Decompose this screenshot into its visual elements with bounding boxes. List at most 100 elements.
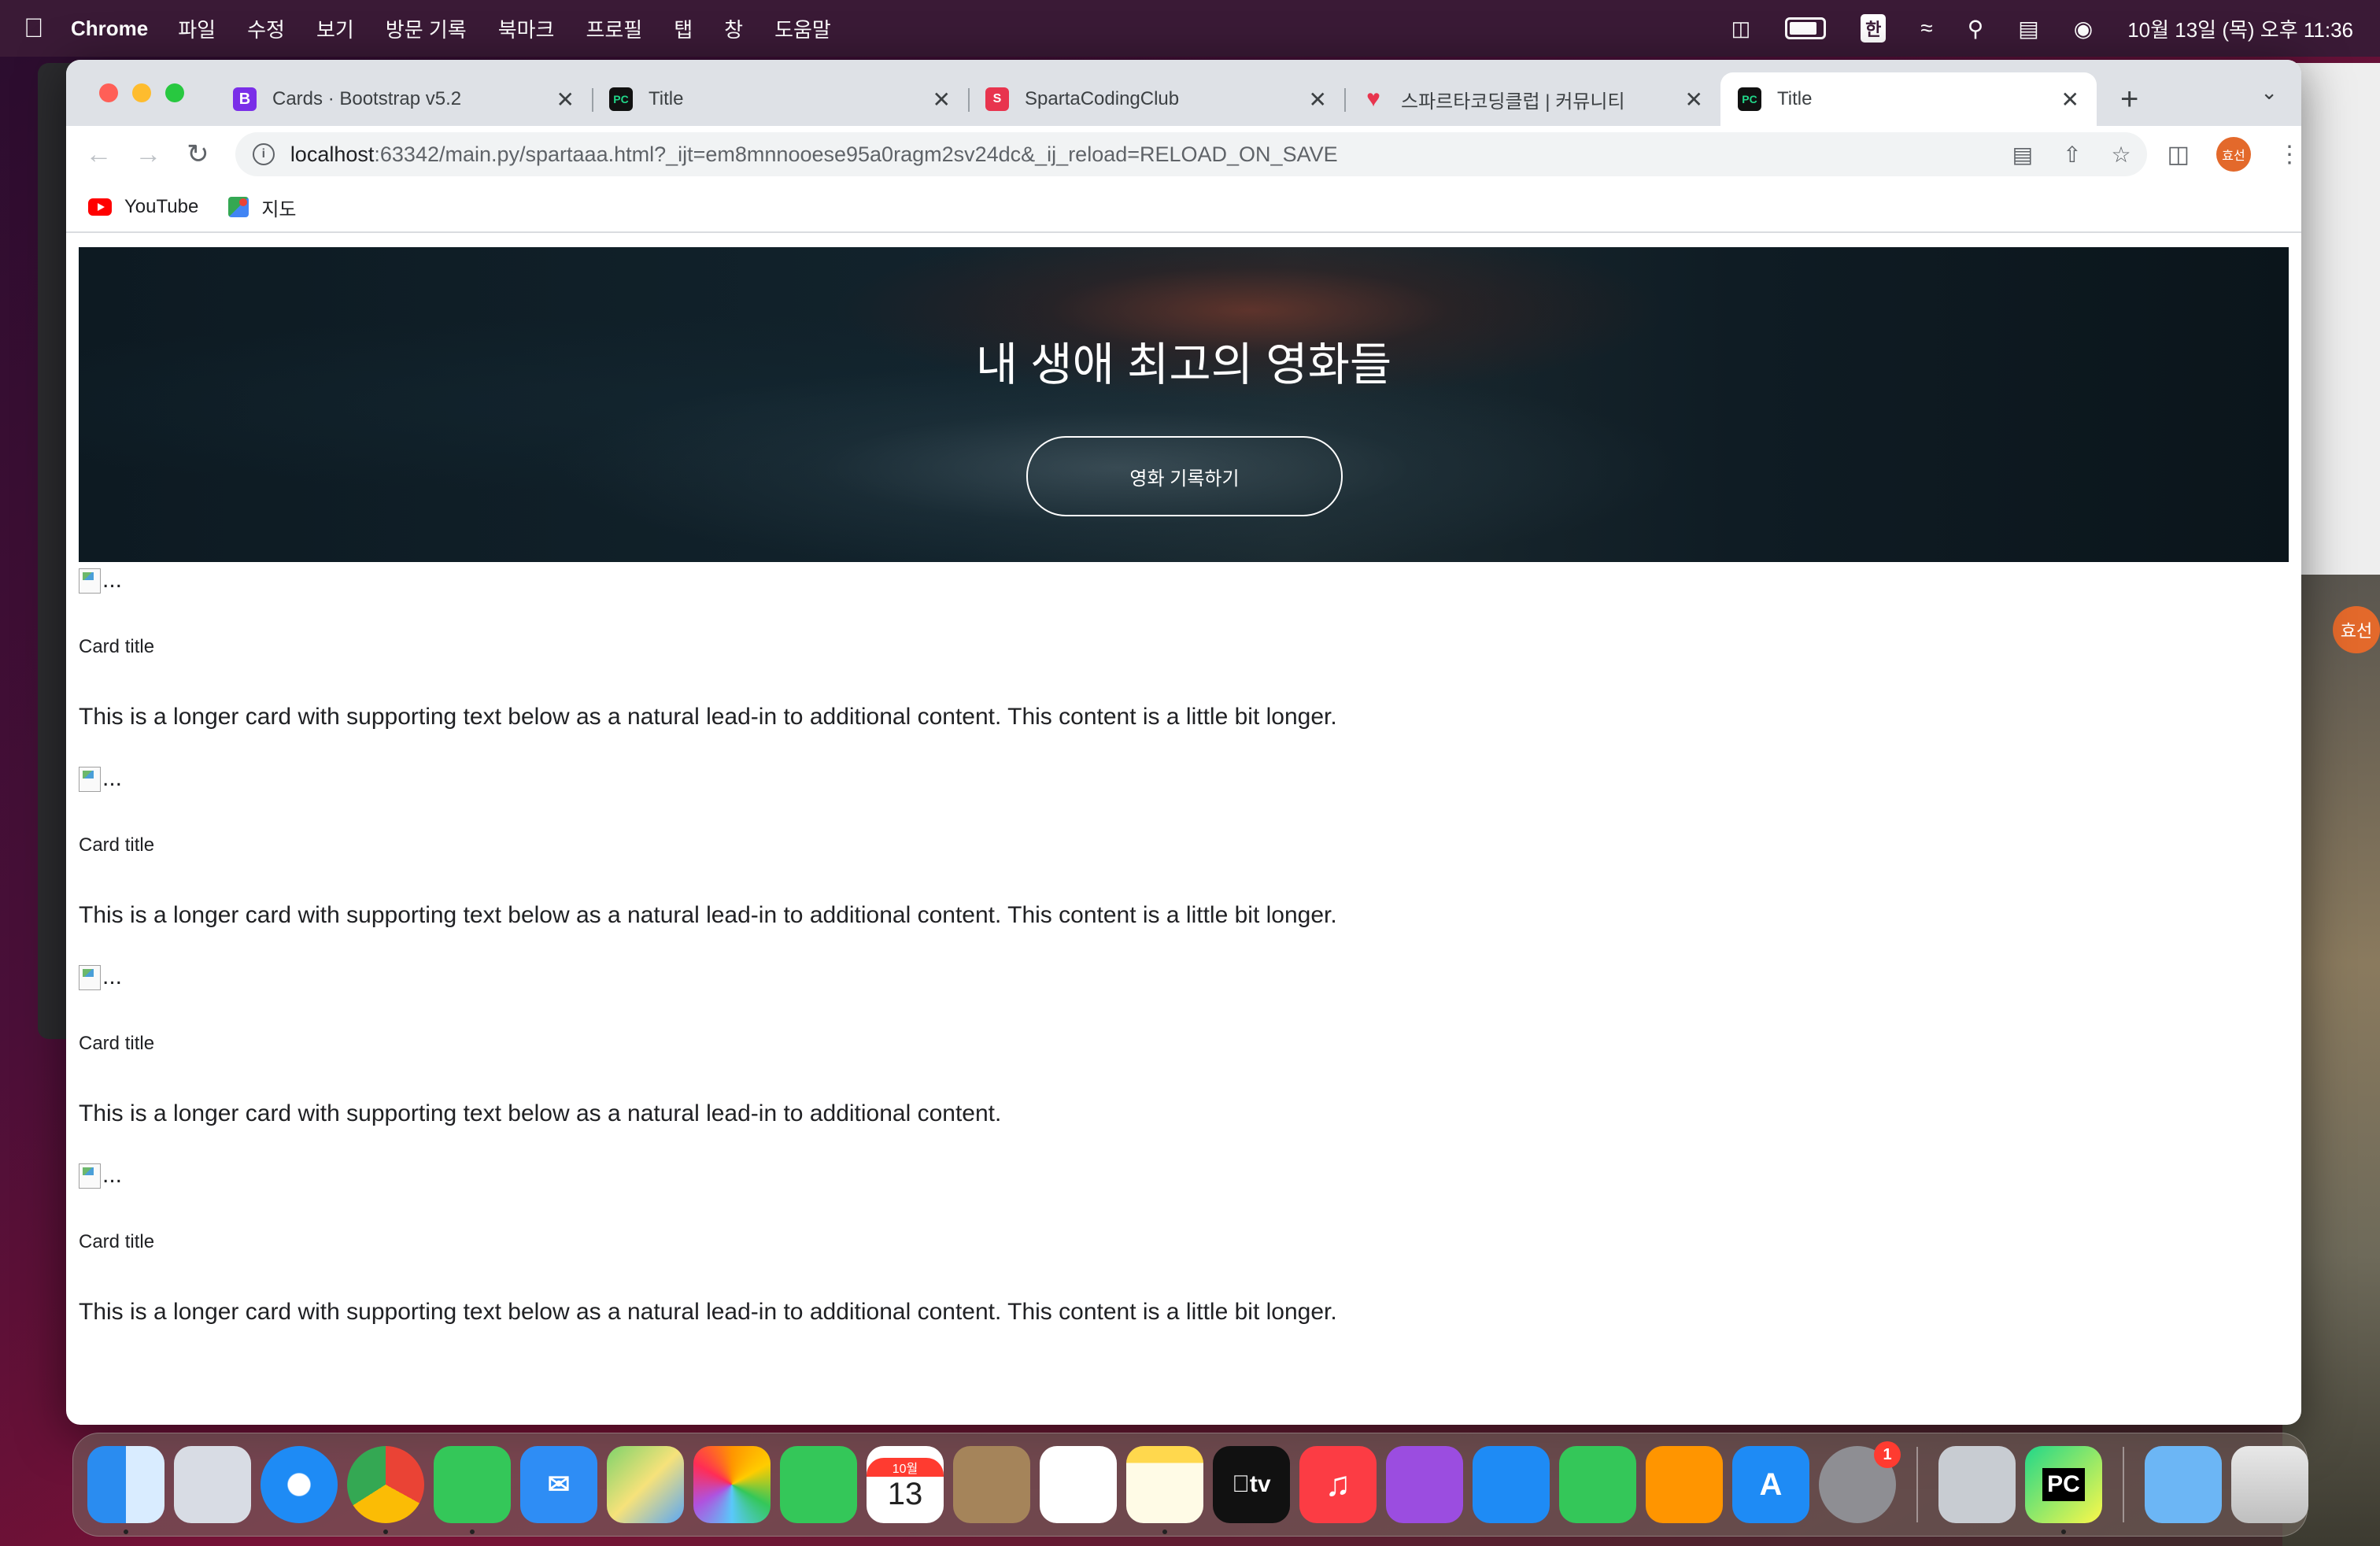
numbers-icon[interactable] [1559,1446,1636,1523]
bookmark-label: 지도 [261,198,297,220]
keynote-icon[interactable] [1473,1446,1550,1523]
reload-icon[interactable]: ↻ [173,139,223,170]
menu-window[interactable]: 창 [724,14,743,43]
tab-close-icon[interactable]: ✕ [1309,87,1327,113]
card-image-alt: ... [102,567,123,593]
finder-icon[interactable] [87,1446,164,1534]
tab-close-icon[interactable]: ✕ [933,87,951,113]
forward-arrow-icon[interactable]: → [124,139,173,170]
floating-profile-avatar[interactable]: 효선 [2333,606,2380,653]
downloads-folder-icon[interactable] [2145,1446,2222,1523]
dock-separator [1916,1447,1918,1522]
tab-title-1[interactable]: PC Title ✕ [592,72,968,126]
calendar-icon[interactable]: 10월 13 [867,1446,944,1523]
tab-bootstrap-cards[interactable]: B Cards · Bootstrap v5.2 ✕ [216,72,592,126]
menu-help[interactable]: 도움말 [774,14,831,43]
card-image: ... [79,765,122,792]
battery-icon[interactable] [1785,17,1827,39]
side-panel-icon[interactable]: ◫ [2168,141,2190,168]
spotlight-search-icon[interactable]: ⚲ [1968,16,1984,42]
profile-avatar[interactable]: 효선 [2216,137,2252,172]
hero-title: 내 생애 최고의 영화들 [975,339,1392,390]
notes-icon[interactable] [1126,1446,1203,1534]
site-info-icon[interactable]: i [252,143,275,165]
menu-tab[interactable]: 탭 [674,14,693,43]
running-indicator [383,1529,388,1534]
tab-title: Title [1777,88,1813,109]
tab-close-icon[interactable]: ✕ [556,87,575,113]
tab-close-icon[interactable]: ✕ [1685,87,1703,113]
card: ... Card title This is a longer card wit… [79,562,2289,760]
apple-tv-icon[interactable]: tv [1213,1446,1290,1523]
card-image-alt: ... [102,963,123,989]
tab-sparta-community[interactable]: ♥ 스파르타코딩클럽 | 커뮤니티 ✕ [1344,72,1720,126]
menu-edit[interactable]: 수정 [247,14,285,43]
browser-toolbar: ← → ↻ i localhost:63342/main.py/spartaaa… [66,126,2301,183]
tab-spartacodingclub[interactable]: S SpartaCodingClub ✕ [968,72,1344,126]
tab-close-icon[interactable]: ✕ [2061,87,2079,113]
bookmark-youtube[interactable]: YouTube [88,196,198,218]
podcasts-icon[interactable] [1386,1446,1463,1523]
broken-image-icon [79,767,101,792]
apple-icon[interactable]:  [24,13,71,44]
running-indicator [1162,1529,1167,1534]
safari-compass-icon[interactable] [261,1446,338,1523]
minimize-window-button[interactable] [132,83,151,102]
card-text: This is a longer card with supporting te… [79,1299,1337,1325]
contacts-icon[interactable] [953,1446,1030,1523]
pycharm-icon[interactable]: PC [2025,1446,2102,1534]
preview-icon[interactable] [1938,1446,2016,1523]
pycharm-favicon-icon: PC [1738,87,1761,111]
menu-profile[interactable]: 프로필 [586,14,642,43]
translate-icon[interactable]: ▤ [2012,142,2033,168]
running-indicator [470,1529,475,1534]
bookmark-maps[interactable]: 지도 [228,194,296,221]
photos-icon[interactable] [693,1446,771,1523]
card: ... Card title This is a longer card wit… [79,1157,2289,1356]
back-arrow-icon[interactable]: ← [74,139,124,170]
broken-image-icon [79,965,101,990]
window-controls [99,83,184,102]
tab-title: SpartaCodingClub [1025,88,1180,109]
siri-icon[interactable]: ◉ [2074,16,2093,42]
bookmarks-bar: YouTube 지도 [66,183,2301,233]
tab-search-chevron-down-icon[interactable]: ⌄ [2260,80,2278,105]
control-center-icon[interactable]: ▤ [2018,16,2038,42]
calendar-month: 10월 [867,1457,944,1477]
zoom-window-button[interactable] [165,83,184,102]
menu-view[interactable]: 보기 [316,14,354,43]
card-image: ... [79,1162,122,1189]
facetime-icon[interactable] [780,1446,857,1523]
app-store-icon[interactable]: A [1732,1446,1809,1523]
heart-favicon-icon: ♥ [1366,86,1380,112]
mail-icon[interactable]: ✉ [520,1446,597,1523]
input-method-indicator[interactable]: 한 [1861,14,1887,43]
screen-mirroring-icon[interactable]: ◫ [1731,17,1751,41]
wifi-icon[interactable]: ≈ [1920,16,1932,41]
broken-image-icon [79,568,101,594]
address-bar[interactable]: i localhost:63342/main.py/spartaaa.html?… [235,132,2147,176]
system-settings-gear-icon[interactable]: 1 [1819,1441,1901,1523]
launchpad-icon[interactable] [174,1446,251,1523]
record-movie-button[interactable]: 영화 기록하기 [1026,436,1343,516]
menu-app-name[interactable]: Chrome [71,17,148,41]
menubar-clock[interactable]: 10월 13일 (목) 오후 11:36 [2127,14,2353,43]
close-window-button[interactable] [99,83,118,102]
pages-icon[interactable] [1646,1446,1723,1523]
tab-title-active[interactable]: PC Title ✕ [1720,72,2097,126]
maps-app-icon[interactable] [607,1446,684,1523]
bookmark-star-icon[interactable]: ☆ [2112,142,2131,168]
reminders-icon[interactable] [1040,1446,1117,1523]
new-tab-plus-icon[interactable]: + [2120,72,2138,126]
more-menu-icon[interactable]: ⋮ [2278,141,2301,168]
broken-image-icon [79,1163,101,1189]
chrome-icon[interactable] [347,1446,424,1534]
messages-icon[interactable] [434,1446,511,1534]
url-path: :63342/main.py/spartaaa.html?_ijt=em8mnn… [374,142,1338,166]
music-icon[interactable]: ♫ [1299,1446,1377,1523]
menu-file[interactable]: 파일 [178,14,216,43]
share-icon[interactable]: ⇧ [2063,142,2081,168]
trash-icon[interactable] [2231,1446,2308,1523]
menu-bookmarks[interactable]: 북마크 [498,14,555,43]
menu-history[interactable]: 방문 기록 [386,14,467,43]
